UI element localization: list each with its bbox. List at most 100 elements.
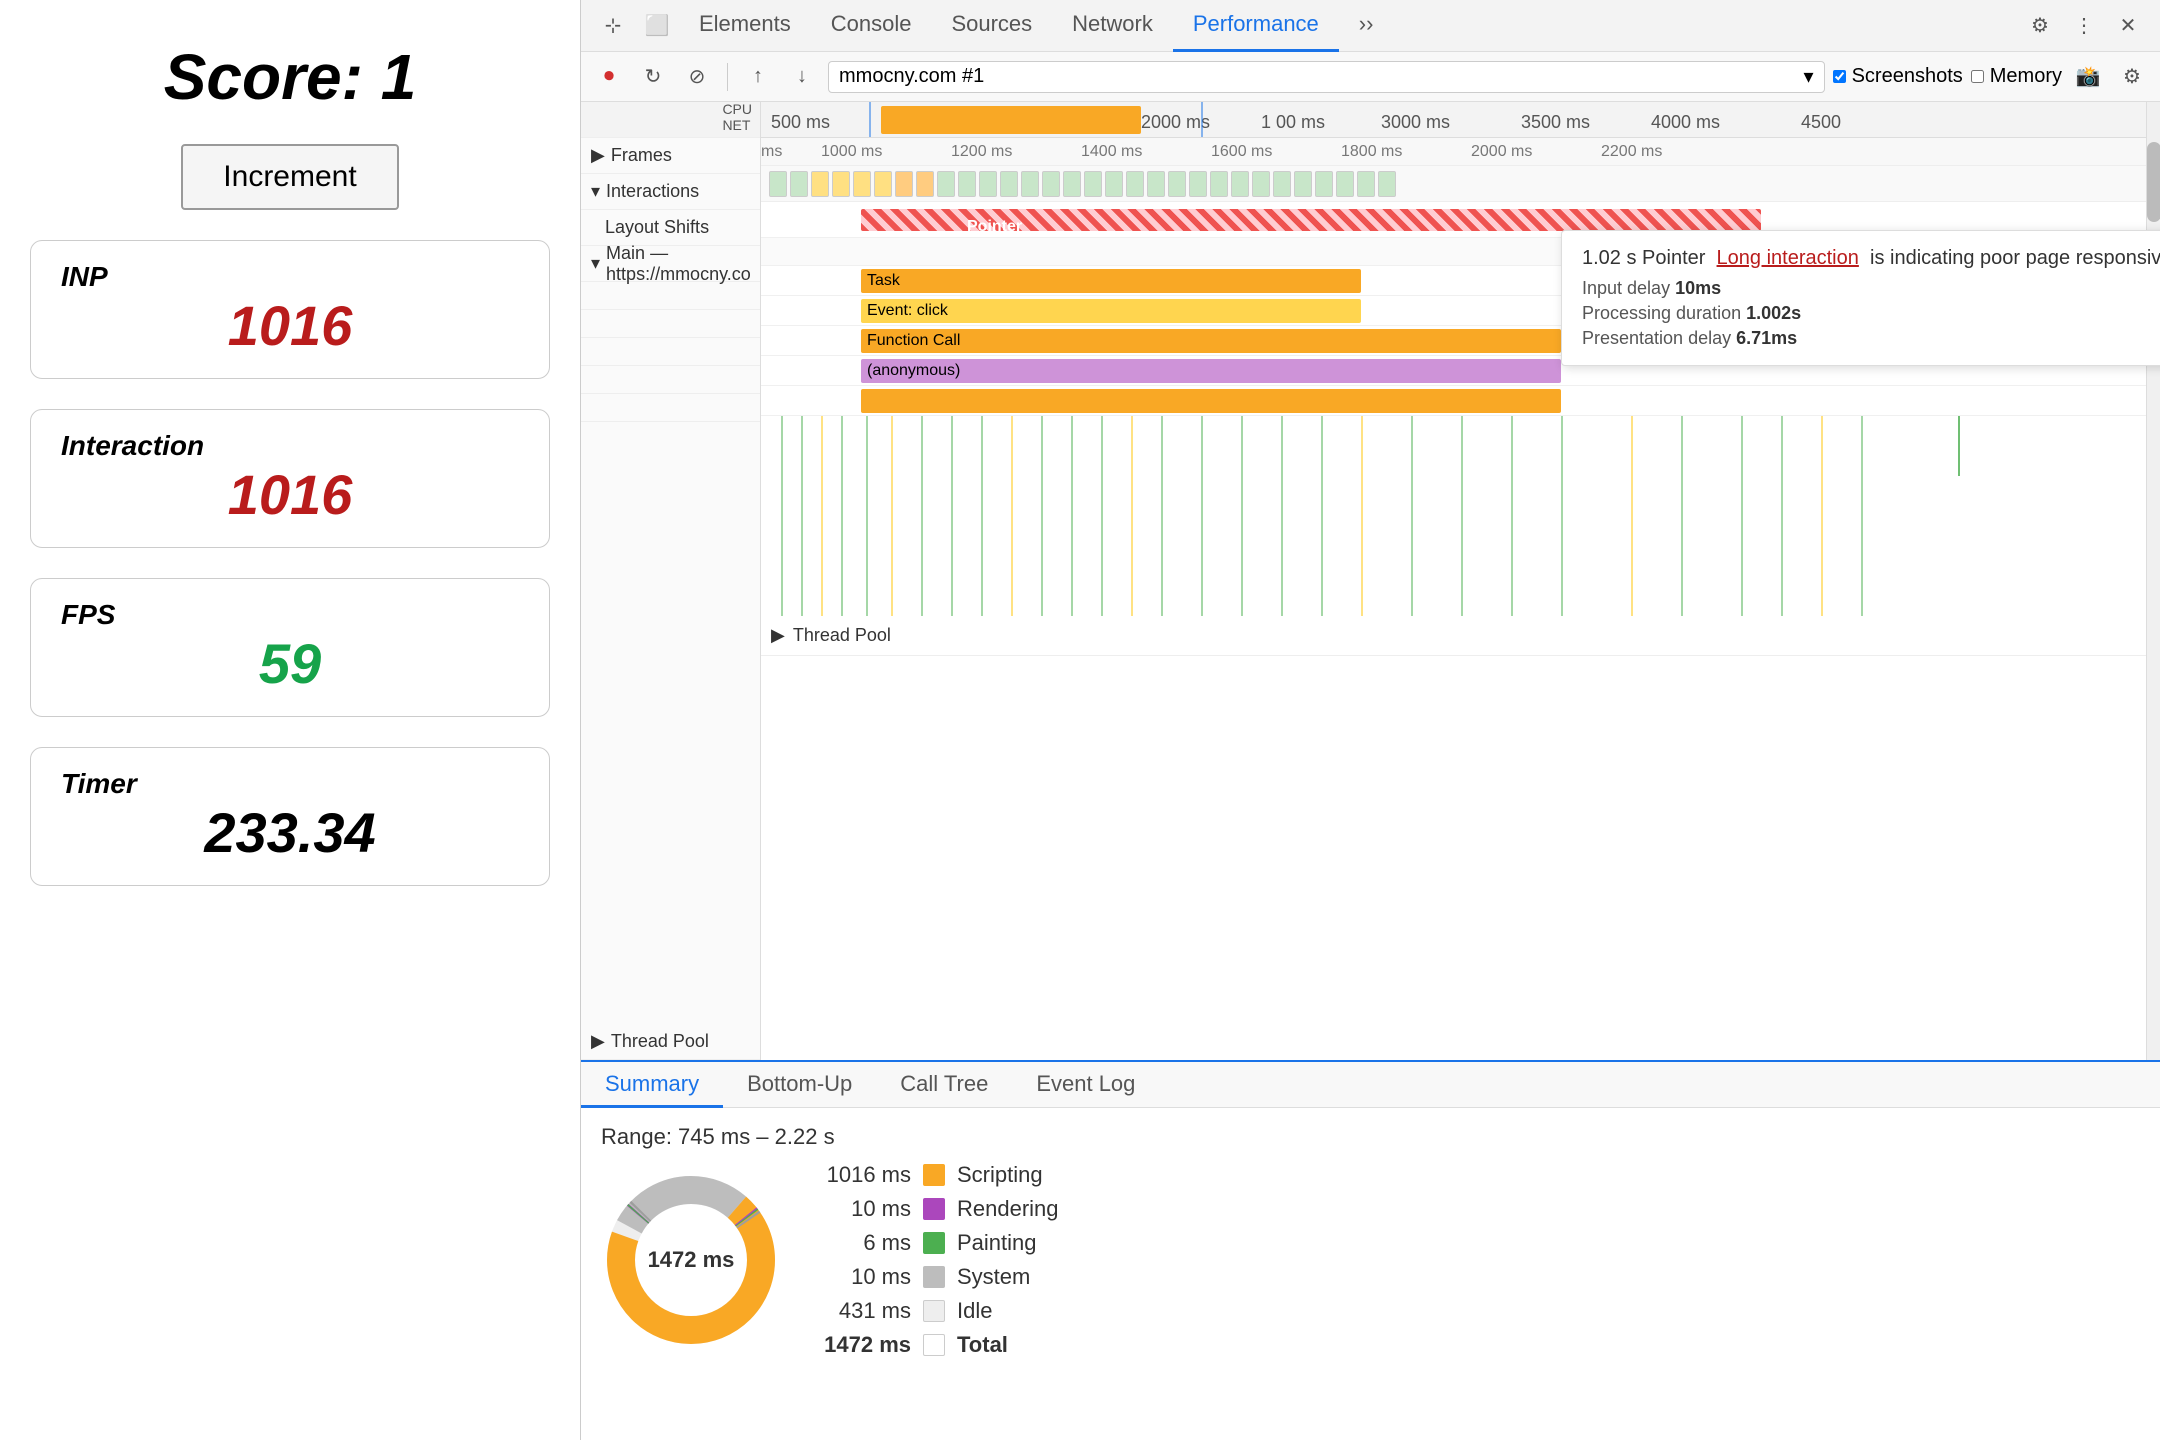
- ruler-3500: 3500 ms: [1521, 112, 1590, 133]
- main-row-label[interactable]: ▾ Main — https://mmocny.co: [581, 246, 760, 282]
- devtools-panel: ⊹ ⬜ Elements Console Sources Network Per…: [580, 0, 2160, 1440]
- tooltip-link[interactable]: Long interaction: [1717, 247, 1859, 269]
- legend-painting: 6 ms Painting: [821, 1230, 1059, 1256]
- inp-card: INP 1016: [30, 240, 550, 379]
- interactions-track[interactable]: Pointer 1.02 s Pointer Long interaction …: [761, 202, 2160, 238]
- memory-checkbox[interactable]: [1971, 70, 1984, 83]
- timeline-content[interactable]: 500 ms 1 00 ms 1500 ms 2000 ms 1 00 ms 3…: [761, 102, 2160, 1060]
- ruler-500: 500 ms: [771, 112, 830, 133]
- yellow2-block[interactable]: [861, 389, 1561, 413]
- frame-thumb: [1189, 171, 1207, 197]
- thread-pool-label-row[interactable]: ▶ Thread Pool: [581, 1024, 760, 1060]
- frame-thumb: [1126, 171, 1144, 197]
- frames-track: [761, 166, 2160, 202]
- range-label: Range: 745 ms – 2.22 s: [601, 1124, 2140, 1150]
- tab-bottom-up[interactable]: Bottom-Up: [723, 1062, 876, 1108]
- tab-more[interactable]: ››: [1339, 0, 1394, 52]
- task-block[interactable]: Task: [861, 269, 1361, 293]
- thread-pool-row[interactable]: ▶ Thread Pool: [761, 616, 2160, 656]
- frame-thumb: [853, 171, 871, 197]
- timer-value: 233.34: [61, 800, 519, 865]
- frame-thumb: [979, 171, 997, 197]
- frame-thumb: [1042, 171, 1060, 197]
- url-dropdown-icon[interactable]: ▾: [1804, 64, 1814, 89]
- rendering-swatch: [923, 1198, 945, 1220]
- tab-sources[interactable]: Sources: [931, 0, 1052, 52]
- tab-call-tree[interactable]: Call Tree: [876, 1062, 1012, 1108]
- tab-network[interactable]: Network: [1052, 0, 1173, 52]
- bottom-content: Range: 745 ms – 2.22 s: [581, 1108, 2160, 1440]
- tooltip-line1: 1.02 s Pointer Long interaction is indic…: [1582, 247, 2160, 270]
- settings-toolbar-icon[interactable]: ⚙: [2114, 59, 2150, 95]
- yellow2-track[interactable]: [761, 386, 2160, 416]
- score-label: Score:: [164, 41, 363, 113]
- pointer-bar[interactable]: Pointer: [861, 209, 1761, 231]
- processing-label: Processing duration: [1582, 303, 1741, 323]
- download-btn[interactable]: ↓: [784, 59, 820, 95]
- green-bar: [1561, 416, 1563, 616]
- rendering-name: Rendering: [957, 1196, 1059, 1222]
- anonymous-block[interactable]: (anonymous): [861, 359, 1561, 383]
- legend-scripting: 1016 ms Scripting: [821, 1162, 1059, 1188]
- green-bar: [1321, 416, 1323, 616]
- frame-thumb: [769, 171, 787, 197]
- func-label-row: [581, 338, 760, 366]
- total-swatch: [923, 1334, 945, 1356]
- interaction-label: Interaction: [61, 430, 204, 462]
- green-bar: [866, 416, 868, 616]
- frames-row-label[interactable]: ▶ Frames: [581, 138, 760, 174]
- green-bar: [1511, 416, 1513, 616]
- task-label-row: [581, 282, 760, 310]
- frame-thumb: [1063, 171, 1081, 197]
- input-delay-value: 10ms: [1675, 278, 1721, 298]
- frame-thumb: [1357, 171, 1375, 197]
- idle-name: Idle: [957, 1298, 992, 1324]
- reload-btn[interactable]: ↻: [635, 59, 671, 95]
- fps-label: FPS: [61, 599, 115, 631]
- frame-thumb: [1147, 171, 1165, 197]
- fps-value: 59: [61, 631, 519, 696]
- interactions-row-label[interactable]: ▾ Interactions: [581, 174, 760, 210]
- green-rows: [581, 422, 760, 1024]
- rendering-ms: 10 ms: [821, 1196, 911, 1222]
- yellow-bar-v: [821, 416, 823, 616]
- settings-icon[interactable]: ⚙: [2018, 4, 2062, 48]
- legend-idle: 431 ms Idle: [821, 1298, 1059, 1324]
- record-btn[interactable]: ⏺: [591, 59, 627, 95]
- tab-summary[interactable]: Summary: [581, 1062, 723, 1108]
- inspect-icon[interactable]: ⊹: [591, 4, 635, 48]
- tab-elements[interactable]: Elements: [679, 0, 811, 52]
- tab-performance[interactable]: Performance: [1173, 0, 1339, 52]
- close-icon[interactable]: ✕: [2106, 4, 2150, 48]
- event-label-row: [581, 310, 760, 338]
- r2-1400: 1400 ms: [1081, 143, 1142, 161]
- layout-shifts-label-row[interactable]: Layout Shifts: [581, 210, 760, 246]
- scrollbar-thumb[interactable]: [2147, 142, 2160, 222]
- tab-console[interactable]: Console: [811, 0, 932, 52]
- interactions-label: Interactions: [606, 181, 699, 202]
- timer-label: Timer: [61, 768, 137, 800]
- r2-2000: 2000 ms: [1471, 143, 1532, 161]
- system-name: System: [957, 1264, 1030, 1290]
- left-panel: Score: 1 Increment INP 1016 Interaction …: [0, 0, 580, 1440]
- pointer-bar-label: Pointer: [967, 218, 1022, 236]
- tab-event-log[interactable]: Event Log: [1012, 1062, 1159, 1108]
- yellow-bar-v: [1631, 416, 1633, 616]
- frame-thumb: [1021, 171, 1039, 197]
- function-call-block[interactable]: Function Call: [861, 329, 1561, 353]
- total-name: Total: [957, 1332, 1008, 1358]
- event-click-block[interactable]: Event: click: [861, 299, 1361, 323]
- frame-thumb: [916, 171, 934, 197]
- device-icon[interactable]: ⬜: [635, 4, 679, 48]
- stop-btn[interactable]: ⊘: [679, 59, 715, 95]
- more-options-icon[interactable]: ⋮: [2062, 4, 2106, 48]
- screenshots-checkbox[interactable]: [1833, 70, 1846, 83]
- capture-icon[interactable]: 📸: [2070, 59, 2106, 95]
- frame-thumb: [958, 171, 976, 197]
- increment-button[interactable]: Increment: [181, 144, 398, 210]
- painting-name: Painting: [957, 1230, 1037, 1256]
- score-value: 1: [381, 41, 417, 113]
- timeline-ruler-top: 500 ms 1 00 ms 1500 ms 2000 ms 1 00 ms 3…: [761, 102, 2160, 138]
- upload-btn[interactable]: ↑: [740, 59, 776, 95]
- summary-legend: 1016 ms Scripting 10 ms Rendering 6 ms P…: [821, 1162, 1059, 1358]
